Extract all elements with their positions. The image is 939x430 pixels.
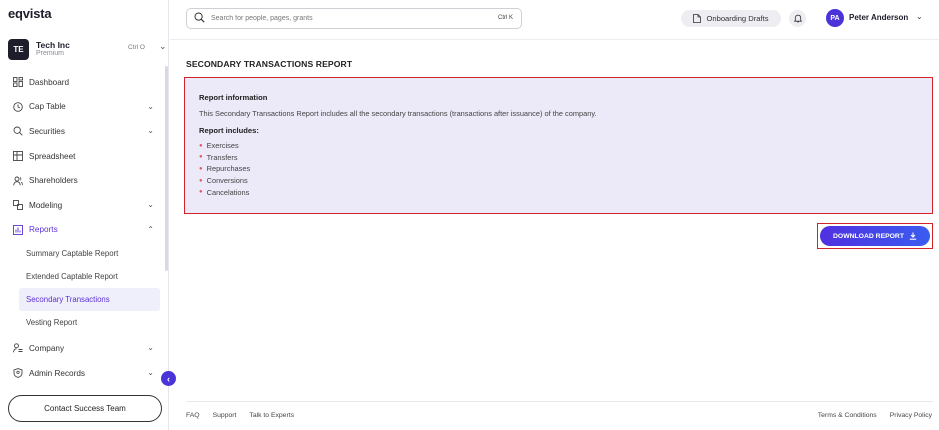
search-bar[interactable]: Ctrl K bbox=[186, 8, 522, 29]
sidebar-subitem-vesting-report[interactable]: Vesting Report bbox=[0, 311, 164, 334]
chevron-down-icon: ⌄ bbox=[147, 367, 154, 377]
onboarding-drafts-button[interactable]: Onboarding Drafts bbox=[681, 10, 781, 27]
contact-success-team-button[interactable]: Contact Success Team bbox=[8, 395, 162, 422]
dashboard-icon bbox=[12, 77, 23, 88]
footer-link-terms[interactable]: Terms & Conditions bbox=[818, 412, 877, 419]
chevron-up-icon: ⌃ bbox=[147, 224, 154, 234]
search-input[interactable] bbox=[211, 15, 481, 22]
sidebar-item-label: Modeling bbox=[29, 200, 63, 210]
list-item: ● Cancelations bbox=[199, 187, 250, 197]
topbar-divider bbox=[170, 39, 939, 40]
notifications-button[interactable] bbox=[789, 10, 806, 27]
page-title: SECONDARY TRANSACTIONS REPORT bbox=[186, 59, 353, 69]
report-info-heading: Report information bbox=[199, 93, 268, 102]
company-plan: Premium bbox=[36, 49, 65, 57]
modeling-icon bbox=[12, 200, 23, 211]
company-switcher[interactable]: TE Tech Inc Premium Ctrl O ⌄ bbox=[8, 36, 167, 62]
user-avatar[interactable]: PA bbox=[826, 9, 844, 27]
sidebar-nav: Dashboard Cap Table ⌄ Securities ⌄ Sprea… bbox=[0, 70, 164, 385]
report-info-box: Report information This Secondary Transa… bbox=[184, 77, 933, 214]
bullet-icon: ● bbox=[199, 165, 203, 172]
list-item: ● Repurchases bbox=[199, 164, 251, 174]
report-includes-list: ● Exercises ● Transfers ● Repurchases ● Conv… bbox=[199, 140, 918, 198]
chevron-down-icon: ⌄ bbox=[147, 343, 154, 353]
sidebar-item-label: Securities bbox=[29, 126, 65, 136]
chevron-down-icon: ⌄ bbox=[147, 199, 154, 209]
sidebar-item-dashboard[interactable]: Dashboard bbox=[0, 70, 164, 95]
search-shortcut: Ctrl K bbox=[498, 15, 513, 21]
list-item: ● Conversions bbox=[199, 176, 248, 186]
sidebar-item-modeling[interactable]: Modeling ⌄ bbox=[0, 193, 164, 218]
footer-link-support[interactable]: Support bbox=[213, 412, 237, 419]
bullet-icon: ● bbox=[199, 189, 203, 196]
clock-icon bbox=[12, 101, 23, 112]
company-name: Tech Inc bbox=[36, 39, 70, 50]
admin-icon bbox=[12, 368, 23, 379]
reports-icon bbox=[12, 224, 23, 235]
securities-icon bbox=[12, 126, 23, 137]
footer-divider bbox=[186, 401, 933, 402]
footer-link-faq[interactable]: FAQ bbox=[186, 412, 200, 419]
sidebar-item-shareholders[interactable]: Shareholders bbox=[0, 168, 164, 193]
sidebar-item-label: Admin Records bbox=[29, 368, 85, 378]
sidebar-item-label: Cap Table bbox=[29, 102, 66, 112]
onboarding-drafts-label: Onboarding Drafts bbox=[706, 14, 769, 23]
document-icon bbox=[693, 14, 702, 23]
company-avatar: TE bbox=[8, 38, 29, 60]
sidebar: eqvista TE Tech Inc Premium Ctrl O ⌄ Das… bbox=[0, 0, 169, 430]
list-item: ● Transfers bbox=[199, 152, 238, 162]
chevron-down-icon[interactable]: ⌄ bbox=[916, 12, 923, 21]
download-report-button[interactable]: DOWNLOAD REPORT bbox=[820, 226, 930, 246]
report-includes-heading: Report includes: bbox=[199, 126, 259, 135]
sidebar-item-label: Spreadsheet bbox=[29, 151, 76, 161]
company-shortcut: Ctrl O bbox=[128, 44, 145, 51]
sidebar-item-label: Company bbox=[29, 343, 65, 353]
sidebar-item-spreadsheet[interactable]: Spreadsheet bbox=[0, 144, 164, 169]
chevron-down-icon[interactable]: ⌄ bbox=[159, 41, 167, 52]
sidebar-item-reports[interactable]: Reports ⌃ bbox=[0, 218, 164, 243]
footer-links: FAQ Support Talk to Experts bbox=[186, 412, 294, 419]
search-icon bbox=[194, 10, 205, 28]
sidebar-item-securities[interactable]: Securities ⌄ bbox=[0, 119, 164, 144]
sidebar-subitem-summary-captable-report[interactable]: Summary Captable Report bbox=[0, 242, 164, 265]
footer-link-talk-to-experts[interactable]: Talk to Experts bbox=[249, 412, 294, 419]
footer-legal-links: Terms & Conditions Privacy Policy bbox=[818, 412, 932, 419]
sidebar-item-admin-records[interactable]: Admin Records ⌄ bbox=[0, 361, 164, 386]
sidebar-item-label: Shareholders bbox=[29, 176, 78, 186]
collapse-sidebar-button[interactable]: ‹ bbox=[161, 371, 176, 386]
users-icon bbox=[12, 175, 23, 186]
eqvista-logo[interactable]: eqvista bbox=[8, 6, 52, 21]
list-item: ● Exercises bbox=[199, 141, 239, 151]
user-name[interactable]: Peter Anderson bbox=[849, 13, 908, 22]
bell-icon bbox=[793, 14, 802, 23]
footer-link-privacy[interactable]: Privacy Policy bbox=[890, 412, 932, 419]
report-info-description: This Secondary Transactions Report inclu… bbox=[199, 109, 597, 118]
bullet-icon: ● bbox=[199, 177, 203, 184]
download-report-highlight: DOWNLOAD REPORT bbox=[817, 223, 933, 249]
sidebar-subitem-secondary-transactions[interactable]: Secondary Transactions bbox=[19, 288, 160, 312]
sidebar-scrollbar[interactable] bbox=[165, 66, 168, 271]
sidebar-item-company[interactable]: Company ⌄ bbox=[0, 336, 164, 361]
chevron-down-icon: ⌄ bbox=[147, 126, 154, 136]
bullet-icon: ● bbox=[199, 154, 203, 161]
grid-icon bbox=[12, 151, 23, 162]
app-root: eqvista TE Tech Inc Premium Ctrl O ⌄ Das… bbox=[0, 0, 939, 430]
company-icon bbox=[12, 343, 23, 354]
chevron-down-icon: ⌄ bbox=[147, 101, 154, 111]
sidebar-item-label: Reports bbox=[29, 225, 58, 235]
download-report-label: DOWNLOAD REPORT bbox=[833, 232, 904, 240]
sidebar-subitem-extended-captable-report[interactable]: Extended Captable Report bbox=[0, 265, 164, 288]
sidebar-item-cap-table[interactable]: Cap Table ⌄ bbox=[0, 95, 164, 120]
download-icon bbox=[909, 232, 917, 240]
sidebar-item-label: Dashboard bbox=[29, 77, 70, 87]
bullet-icon: ● bbox=[199, 142, 203, 149]
